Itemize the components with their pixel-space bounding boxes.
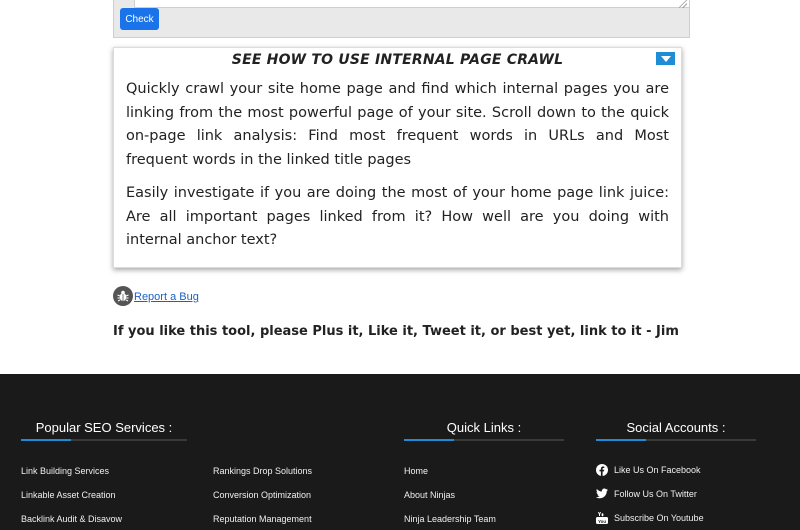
chevron-down-icon	[661, 56, 671, 62]
collapse-toggle-button[interactable]	[656, 52, 675, 65]
footer-social-youtube[interactable]: You Subscribe On Youtube	[596, 512, 704, 524]
footer-link-linkable-asset[interactable]: Linkable Asset Creation	[21, 490, 116, 500]
twitter-icon	[596, 488, 608, 499]
footer-link-reputation[interactable]: Reputation Management	[213, 514, 312, 524]
share-request-text: If you like this tool, please Plus it, L…	[113, 324, 679, 339]
facebook-label: Like Us On Facebook	[614, 465, 701, 475]
url-form: Check	[113, 0, 690, 38]
footer-heading-seo: Popular SEO Services :	[35, 420, 173, 435]
footer-link-leadership[interactable]: Ninja Leadership Team	[404, 514, 496, 524]
footer-divider-social	[596, 439, 756, 441]
footer-link-link-building[interactable]: Link Building Services	[21, 466, 109, 476]
footer-divider-quick-links	[404, 439, 564, 441]
panel-paragraph-1: Quickly crawl your site home page and fi…	[126, 81, 669, 168]
footer-social-facebook[interactable]: Like Us On Facebook	[596, 464, 701, 476]
footer-link-conversion[interactable]: Conversion Optimization	[213, 490, 311, 500]
how-to-use-panel: SEE HOW TO USE INTERNAL PAGE CRAWL Quick…	[113, 47, 682, 268]
check-button[interactable]: Check	[120, 8, 159, 30]
panel-title: SEE HOW TO USE INTERNAL PAGE CRAWL	[231, 52, 564, 68]
report-bug-link[interactable]: Report a Bug	[134, 291, 199, 303]
footer-link-backlink-audit[interactable]: Backlink Audit & Disavow	[21, 514, 122, 524]
panel-paragraph-2: Easily investigate if you are doing the …	[126, 185, 669, 248]
twitter-label: Follow Us On Twitter	[614, 488, 697, 499]
footer-link-about[interactable]: About Ninjas	[404, 490, 455, 500]
bug-icon[interactable]	[113, 286, 133, 306]
footer-heading-social: Social Accounts :	[626, 420, 726, 435]
facebook-icon	[596, 464, 608, 476]
url-textarea[interactable]	[134, 0, 689, 8]
footer-link-rankings-drop[interactable]: Rankings Drop Solutions	[213, 466, 312, 476]
footer-link-home[interactable]: Home	[404, 466, 428, 476]
report-bug-row: Report a Bug	[113, 286, 199, 306]
site-footer: Popular SEO Services : Link Building Ser…	[0, 374, 800, 530]
youtube-label: Subscribe On Youtube	[614, 513, 704, 523]
footer-social-twitter[interactable]: Follow Us On Twitter	[596, 488, 697, 499]
footer-heading-quick-links: Quick Links :	[446, 420, 522, 435]
footer-divider-seo	[21, 439, 187, 441]
youtube-icon: You	[596, 512, 608, 524]
panel-body: Quickly crawl your site home page and fi…	[126, 78, 669, 253]
resize-grip-icon[interactable]	[679, 0, 687, 8]
svg-text:You: You	[598, 519, 606, 524]
